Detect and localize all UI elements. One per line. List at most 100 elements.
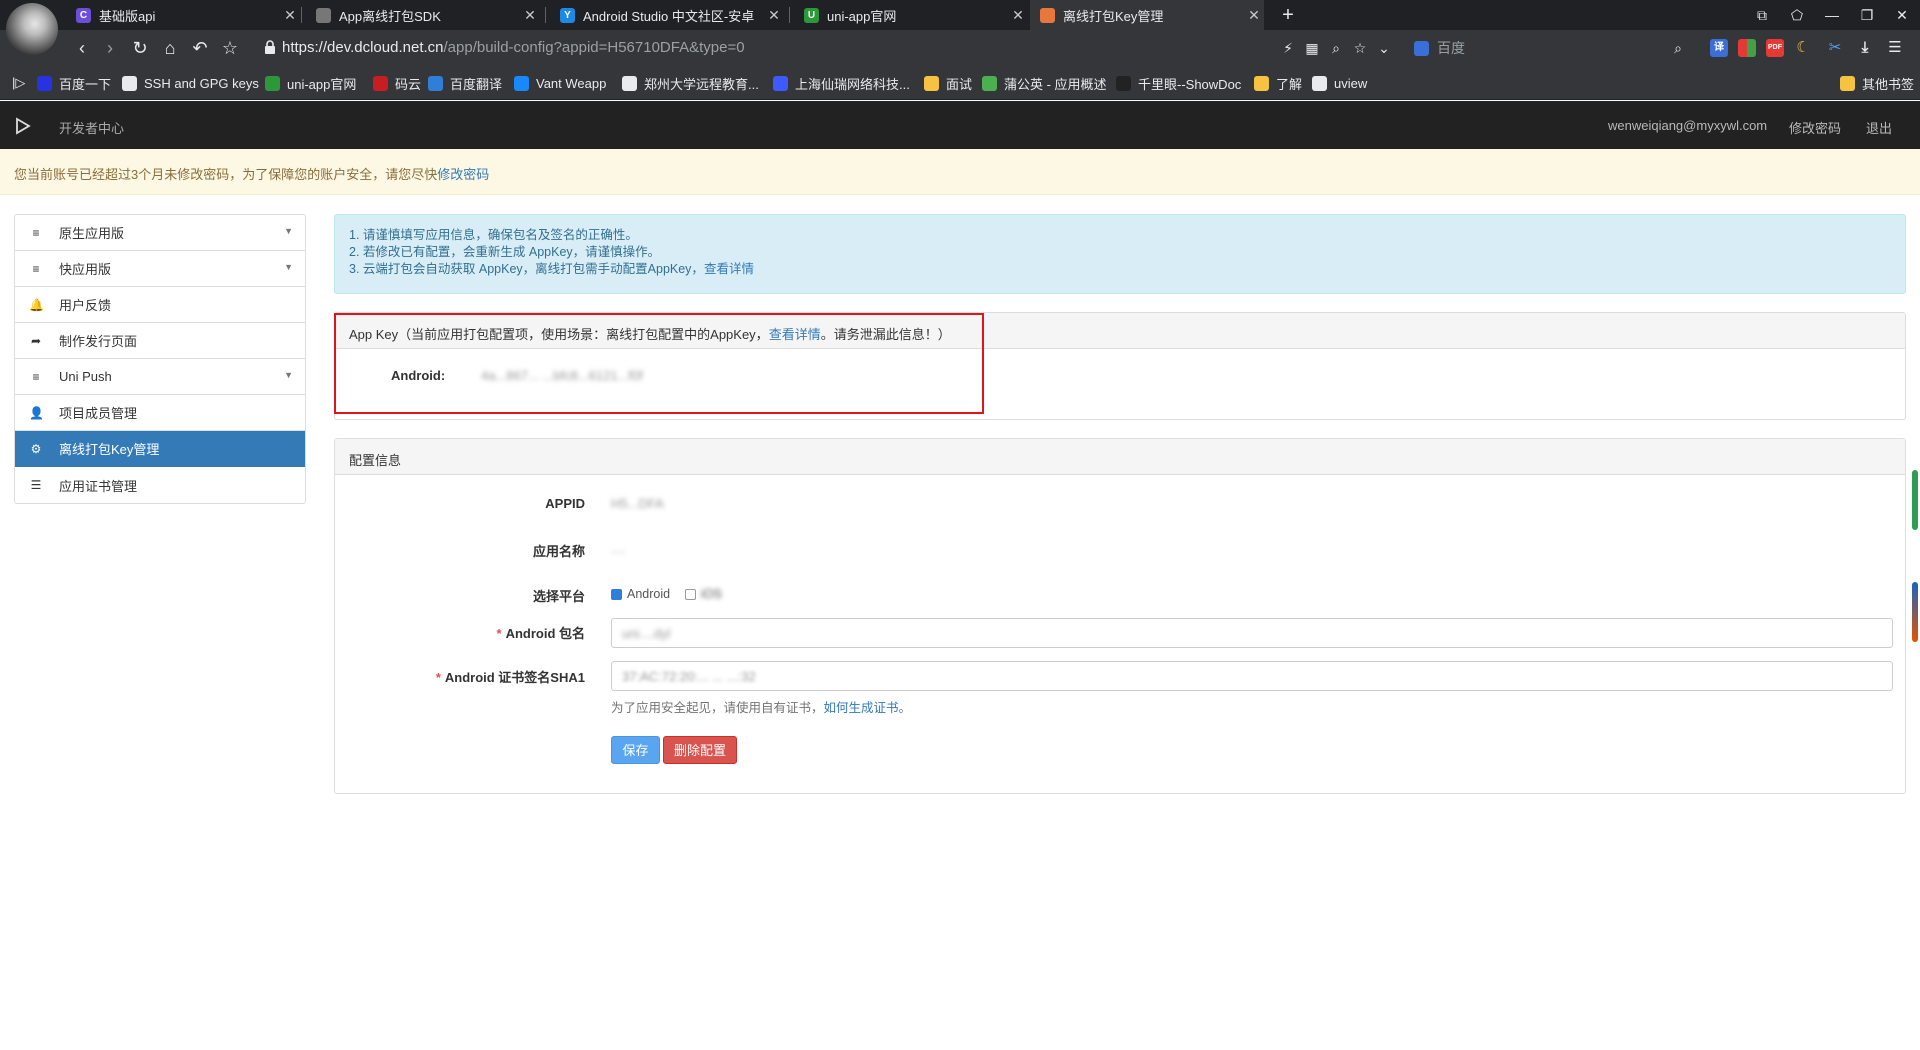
search-box[interactable]: 百度 (1414, 36, 1674, 60)
view-details-link[interactable]: 查看详情 (704, 262, 754, 276)
sha1-input[interactable]: 37:AC:72:20:... ... ...:32 (611, 661, 1893, 691)
sidebar-item[interactable]: ≡ 快应用版 ▼ (15, 251, 305, 287)
browser-tab[interactable]: App离线打包SDK ✕ (306, 0, 540, 30)
extensions-icon[interactable]: ⬠ (1780, 0, 1814, 30)
bookmark-item[interactable]: Vant Weapp (514, 74, 606, 92)
url-field[interactable]: https://dev.dcloud.net.cn/app/build-conf… (282, 39, 745, 56)
delete-config-button[interactable]: 删除配置 (663, 736, 737, 764)
browser-tab-active[interactable]: 离线打包Key管理 ✕ (1030, 0, 1264, 30)
bookmark-item[interactable]: 了解 (1254, 74, 1302, 92)
scissors-extension-icon[interactable]: ✂ (1826, 39, 1844, 57)
bookmark-item[interactable]: 蒲公英 - 应用概述 (982, 74, 1107, 92)
bookmark-label: 千里眼--ShowDoc (1138, 76, 1242, 92)
bookmark-item[interactable]: 码云 (373, 74, 421, 92)
tab-close-icon[interactable]: ✕ (764, 7, 784, 24)
sidebar-item[interactable]: 👤 项目成员管理 (15, 395, 305, 431)
menu-icon[interactable]: ☰ (1886, 39, 1904, 57)
bookmark-star-icon[interactable]: ☆ (218, 37, 242, 59)
sidebar-item[interactable]: ⚙ 离线打包Key管理 (15, 431, 305, 467)
bookmark-item[interactable]: 百度翻译 (428, 74, 502, 92)
moon-extension-icon[interactable]: ☾ (1794, 39, 1812, 57)
tab-separator (301, 7, 302, 23)
minimize-button[interactable]: — (1815, 0, 1849, 30)
profile-avatar[interactable] (6, 3, 58, 55)
forward-button[interactable]: › (98, 37, 122, 59)
download-icon[interactable]: ⤓ (1856, 39, 1874, 57)
translate-extension-icon[interactable]: 译 (1710, 39, 1728, 57)
pdf-extension-icon[interactable]: PDF (1766, 39, 1784, 57)
dcloud-logo-icon[interactable] (14, 117, 32, 135)
sha1-label: * Android 证书签名SHA1 (435, 670, 585, 685)
info-line: 1. 请谨慎填写应用信息，确保包名及签名的正确性。 (349, 228, 638, 242)
star-icon[interactable]: ☆ (1350, 38, 1370, 58)
site-brand[interactable]: 开发者中心 (59, 118, 124, 137)
baidu-icon (1414, 40, 1429, 56)
platform-ios-checkbox[interactable]: iOS (685, 587, 722, 601)
home-button[interactable]: ⌂ (158, 37, 182, 59)
bookmark-item[interactable]: uni-app官网 (265, 74, 356, 92)
certificate-help-text: 为了应用安全起见，请使用自有证书，如何生成证书。 (611, 701, 912, 715)
platform-android-checkbox[interactable]: Android (611, 587, 670, 601)
tab-close-icon[interactable]: ✕ (520, 7, 540, 24)
sidebar-toggle-icon[interactable]: |▷ (12, 74, 25, 92)
caret-down-icon: ▼ (284, 370, 293, 380)
bookmark-item[interactable]: 百度一下 (37, 74, 111, 92)
sidebar-item-icon: ☰ (30, 478, 42, 492)
undo-close-button[interactable]: ↶ (188, 37, 212, 59)
sidebar-item[interactable]: ≡ Uni Push ▼ (15, 359, 305, 395)
back-button[interactable]: ‹ (70, 37, 94, 59)
bookmark-item[interactable]: 面试 (924, 74, 972, 92)
app-name-label: 应用名称 (532, 544, 585, 559)
bookmark-item[interactable]: uview (1312, 74, 1367, 92)
qr-code-icon[interactable]: ▦ (1302, 38, 1322, 58)
sidebar-item[interactable]: ☰ 应用证书管理 (15, 467, 305, 503)
new-tab-button[interactable]: + (1276, 3, 1300, 27)
chevron-down-icon[interactable]: ⌄ (1374, 38, 1394, 58)
change-password-link[interactable]: 修改密码 (1789, 118, 1841, 137)
platform-ios-label: iOS (701, 587, 722, 601)
bookmark-item[interactable]: 上海仙瑞网络科技... (773, 74, 910, 92)
close-window-button[interactable]: ✕ (1885, 0, 1919, 30)
bookmark-item[interactable]: 千里眼--ShowDoc (1116, 74, 1241, 92)
scroll-indicator-gradient[interactable] (1912, 582, 1918, 642)
bookmark-label: 百度一下 (59, 76, 112, 92)
logout-link[interactable]: 退出 (1866, 118, 1892, 137)
bookmarks-bar: |▷ 百度一下 SSH and GPG keys uni-app官网 码云 百度翻译 Va… (0, 66, 1920, 100)
maximize-button[interactable]: ❐ (1850, 0, 1884, 30)
sidebar-item[interactable]: ➦ 制作发行页面 (15, 323, 305, 359)
browser-tab-bar: C 基础版api ✕ App离线打包SDK ✕ Y Android Studio… (0, 0, 1920, 55)
package-name-input[interactable]: uni....dyl (611, 618, 1893, 648)
other-bookmarks[interactable]: 其他书签 (1840, 74, 1914, 92)
sidebar-item-label: 快应用版 (59, 262, 112, 277)
tab-close-icon[interactable]: ✕ (1008, 7, 1028, 24)
caret-down-icon: ▼ (284, 226, 293, 236)
bookmark-item[interactable]: SSH and GPG keys (122, 74, 259, 92)
reload-button[interactable]: ↻ (128, 37, 152, 59)
scroll-indicator-green[interactable] (1912, 470, 1918, 530)
sha1-value: 37:AC:72:20:... ... ...:32 (622, 669, 756, 684)
tab-favicon-icon: Y (560, 7, 575, 23)
sidebar-item-icon: ➦ (30, 333, 42, 348)
checkbox-unchecked-icon (685, 588, 696, 600)
browser-tab[interactable]: C 基础版api ✕ (66, 0, 300, 30)
browser-tab[interactable]: Y Android Studio 中文社区-安卓 ✕ (550, 0, 784, 30)
lock-icon[interactable] (264, 40, 276, 55)
tab-search-icon[interactable]: ⧉ (1745, 0, 1779, 30)
lightning-icon[interactable]: ⚡ (1278, 38, 1298, 58)
browser-tab[interactable]: U uni-app官网 ✕ (794, 0, 1028, 30)
tab-close-icon[interactable]: ✕ (280, 7, 300, 24)
change-password-link[interactable]: 修改密码 (437, 167, 489, 182)
how-to-generate-cert-link[interactable]: 如何生成证书 (824, 701, 899, 715)
user-email-link[interactable]: wenweiqiang@myxywl.com (1608, 118, 1767, 133)
appkey-panel: App Key（当前应用打包配置项，使用场景：离线打包配置中的AppKey，查看… (334, 312, 1906, 420)
tab-close-icon[interactable]: ✕ (1244, 7, 1264, 24)
search-icon[interactable]: ⌕ (1668, 38, 1688, 58)
apps-extension-icon[interactable] (1738, 39, 1756, 57)
sidebar-item[interactable]: 🔔 用户反馈 (15, 287, 305, 323)
zoom-icon[interactable]: ⌕ (1326, 38, 1346, 58)
appid-value: H5...DFA (611, 496, 664, 511)
save-button[interactable]: 保存 (611, 736, 660, 764)
bookmark-item[interactable]: 郑州大学远程教育... (622, 74, 759, 92)
appkey-details-link[interactable]: 查看详情 (769, 327, 821, 342)
sidebar-item[interactable]: ≡ 原生应用版 ▼ (15, 215, 305, 251)
